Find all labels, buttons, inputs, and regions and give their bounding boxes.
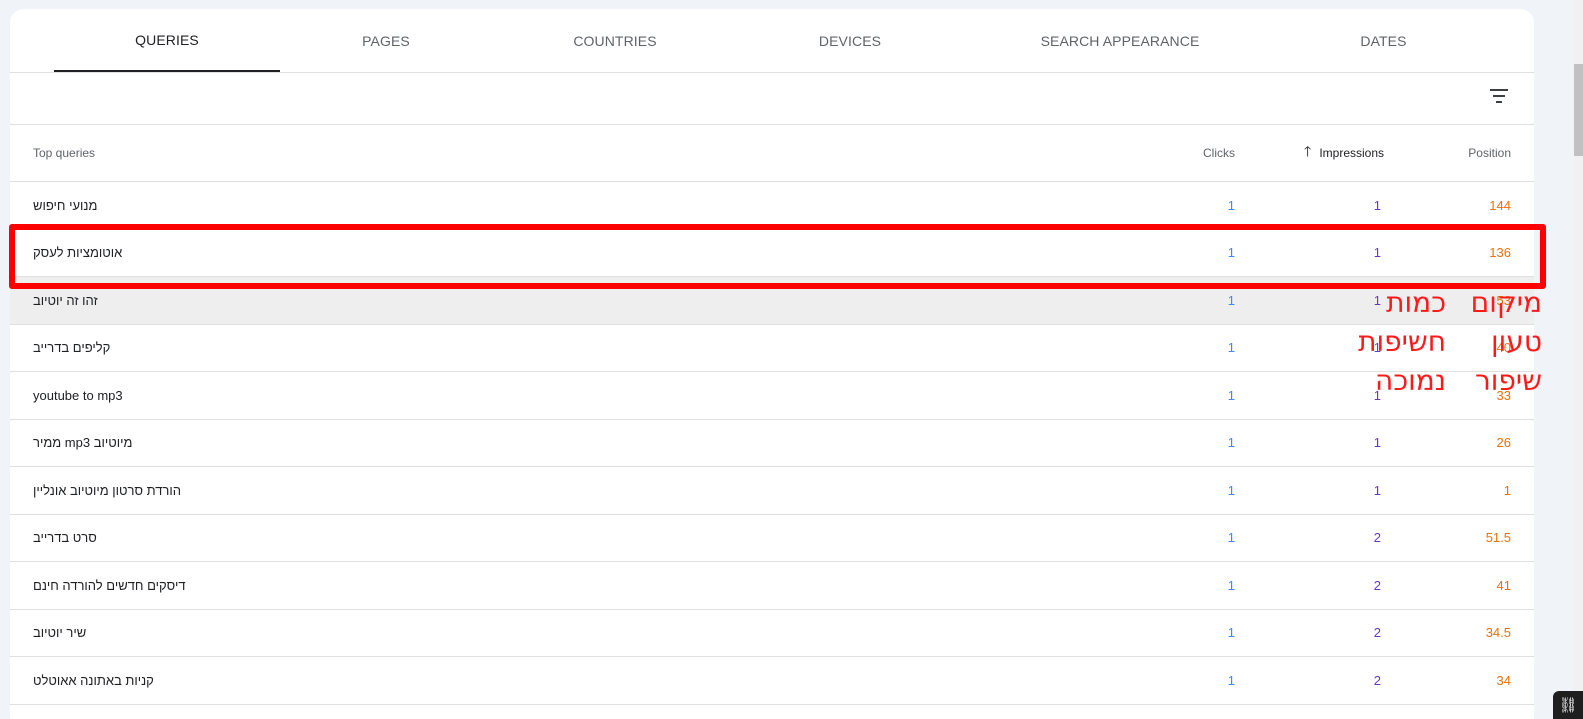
- clicks-cell: 1: [1227, 482, 1235, 498]
- table-header: Top queries Clicks 🡑 Impressions Positio…: [10, 125, 1534, 182]
- impressions-cell: 2: [1373, 530, 1381, 546]
- tab-devices[interactable]: DEVICES: [738, 9, 962, 72]
- table-row[interactable]: אוטומציות לעסק 1 1 136: [10, 230, 1534, 277]
- clicks-cell: 1: [1227, 197, 1235, 213]
- column-header-position[interactable]: Position: [1468, 125, 1511, 181]
- position-cell: 51.5: [1485, 530, 1511, 546]
- table-row[interactable]: קליפים בדרייב 1 1 40: [10, 325, 1534, 372]
- table-row[interactable]: זהו זה יוטיוב 1 1 53: [10, 277, 1534, 325]
- scrollbar-thumb[interactable]: [1574, 64, 1583, 156]
- position-cell: 34.5: [1485, 625, 1511, 641]
- query-cell: אוטומציות לעסק: [33, 245, 123, 261]
- query-cell: דיסקים חדשים להורדה חינם: [33, 577, 186, 593]
- clicks-cell: 1: [1227, 340, 1235, 356]
- performance-card: QUERIES PAGES COUNTRIES DEVICES SEARCH A…: [10, 9, 1534, 719]
- query-table-body: מנועי חיפוש 1 1 144 אוטומציות לעסק 1 1 1…: [10, 182, 1534, 705]
- position-cell: 136: [1489, 245, 1511, 261]
- impressions-cell: 2: [1373, 672, 1381, 688]
- search-console-page: QUERIES PAGES COUNTRIES DEVICES SEARCH A…: [0, 0, 1583, 719]
- impressions-cell: 2: [1373, 625, 1381, 641]
- column-header-query: Top queries: [33, 146, 96, 160]
- impressions-cell: 1: [1373, 197, 1381, 213]
- table-toolbar: [10, 73, 1534, 125]
- position-cell: 144: [1489, 197, 1511, 213]
- table-row[interactable]: youtube to mp3 1 1 33: [10, 372, 1534, 420]
- position-annotation: מיקום טעון שיפור: [1470, 283, 1542, 400]
- clicks-cell: 1: [1227, 530, 1235, 546]
- query-cell: ממיר mp3 מיוטיוב: [33, 435, 133, 451]
- position-cell: 1: [1503, 482, 1511, 498]
- query-cell: הורדת סרטון מיוטיוב אונליין: [33, 482, 181, 498]
- page-scrollbar[interactable]: [1574, 0, 1583, 719]
- table-row[interactable]: סרט בדרייב 1 2 51.5: [10, 515, 1534, 562]
- tab-countries[interactable]: COUNTRIES: [492, 9, 738, 72]
- position-cell: 34: [1496, 672, 1511, 688]
- tab-dates[interactable]: DATES: [1278, 9, 1489, 72]
- position-cell: 41: [1496, 577, 1511, 593]
- table-row[interactable]: ממיר mp3 מיוטיוב 1 1 26: [10, 420, 1534, 467]
- query-cell: מנועי חיפוש: [33, 197, 98, 213]
- position-annotation-line: טעון: [1491, 325, 1542, 358]
- clicks-cell: 1: [1227, 435, 1235, 451]
- impressions-cell: 1: [1373, 245, 1381, 261]
- table-row[interactable]: הורדת סרטון מיוטיוב אונליין 1 1 1: [10, 467, 1534, 515]
- position-annotation-line: שיפור: [1474, 364, 1542, 397]
- clicks-cell: 1: [1227, 292, 1235, 308]
- impressions-annotation-line: חשיפות: [1358, 325, 1446, 358]
- table-row[interactable]: קניות באתונה אאוטלט 1 2 34: [10, 657, 1534, 705]
- clicks-cell: 1: [1227, 245, 1235, 261]
- tab-queries[interactable]: QUERIES: [54, 9, 280, 72]
- impressions-cell: 2: [1373, 577, 1381, 593]
- impressions-annotation-line: כמות: [1386, 286, 1446, 319]
- query-cell: קניות באתונה אאוטלט: [33, 672, 154, 688]
- clicks-cell: 1: [1227, 625, 1235, 641]
- column-header-impressions[interactable]: 🡑 Impressions: [1304, 125, 1384, 181]
- tab-pages[interactable]: PAGES: [280, 9, 492, 72]
- link-icon[interactable]: ⛓: [1553, 691, 1583, 719]
- arrow-up-icon: 🡑: [1304, 143, 1312, 159]
- impressions-annotation: כמות חשיפות נמוכה: [1346, 283, 1446, 400]
- query-cell: זהו זה יוטיוב: [33, 292, 98, 308]
- table-row[interactable]: מנועי חיפוש 1 1 144: [10, 182, 1534, 230]
- tab-search-appearance[interactable]: SEARCH APPEARANCE: [962, 9, 1278, 72]
- query-cell: קליפים בדרייב: [33, 340, 111, 356]
- filter-list-icon[interactable]: [1490, 88, 1510, 104]
- impressions-cell: 1: [1373, 435, 1381, 451]
- clicks-cell: 1: [1227, 387, 1235, 403]
- query-cell: סרט בדרייב: [33, 530, 97, 546]
- position-annotation-line: מיקום: [1470, 286, 1542, 319]
- impressions-annotation-line: נמוכה: [1375, 364, 1446, 397]
- report-tabs: QUERIES PAGES COUNTRIES DEVICES SEARCH A…: [10, 9, 1534, 73]
- table-row[interactable]: דיסקים חדשים להורדה חינם 1 2 41: [10, 562, 1534, 610]
- position-cell: 26: [1496, 435, 1511, 451]
- impressions-cell: 1: [1373, 482, 1381, 498]
- clicks-cell: 1: [1227, 577, 1235, 593]
- query-cell: שיר יוטיוב: [33, 625, 87, 641]
- table-row[interactable]: שיר יוטיוב 1 2 34.5: [10, 610, 1534, 657]
- column-header-clicks[interactable]: Clicks: [1203, 125, 1235, 181]
- clicks-cell: 1: [1227, 672, 1235, 688]
- column-header-impressions-label: Impressions: [1319, 146, 1384, 160]
- query-cell: youtube to mp3: [33, 387, 123, 403]
